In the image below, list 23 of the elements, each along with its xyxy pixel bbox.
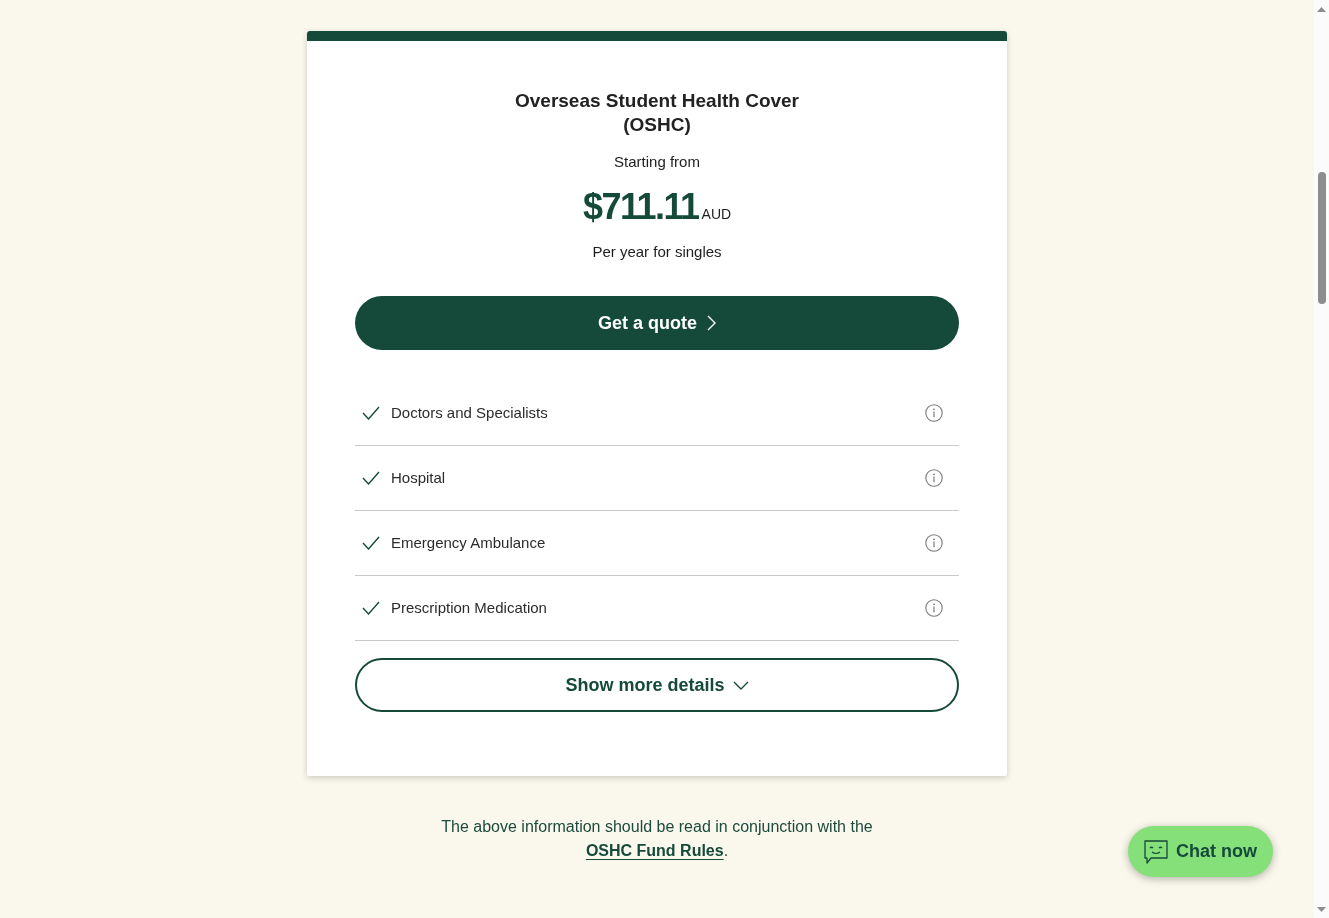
benefit-label: Hospital — [391, 468, 447, 488]
disclaimer-text: The above information should be read in conjunction with the OSHC Fund Rules. — [440, 817, 874, 861]
price-note: Per year for singles — [592, 242, 722, 262]
chevron-right-icon — [707, 315, 716, 331]
details-toggle-button[interactable]: Show more details — [355, 658, 959, 712]
plan-title: Overseas Student Health Cover (OSHC) — [513, 89, 800, 137]
benefit-label: Prescription Medication — [391, 598, 548, 618]
info-icon[interactable] — [925, 599, 943, 617]
scroll-down-arrow-icon[interactable] — [1317, 907, 1326, 912]
price-intro: Starting from — [614, 152, 700, 172]
benefit-label: Emergency Ambulance — [391, 533, 547, 553]
price: $711.11 — [582, 185, 699, 229]
scrollbar-thumb[interactable] — [1317, 172, 1326, 304]
info-icon[interactable] — [925, 469, 943, 487]
chat-button[interactable]: Chat now — [1128, 826, 1273, 877]
info-icon[interactable] — [925, 404, 943, 422]
quote-button[interactable]: Get a quote — [355, 296, 959, 350]
currency: AUD — [701, 205, 732, 223]
smiling-speech-bubble-icon — [1143, 838, 1169, 865]
benefit-label: Doctors and Specialists — [391, 403, 549, 423]
info-icon[interactable] — [925, 534, 943, 552]
scroll-up-arrow-icon[interactable] — [1317, 7, 1326, 12]
fund-rules-link[interactable]: OSHC Fund Rules — [585, 842, 724, 859]
